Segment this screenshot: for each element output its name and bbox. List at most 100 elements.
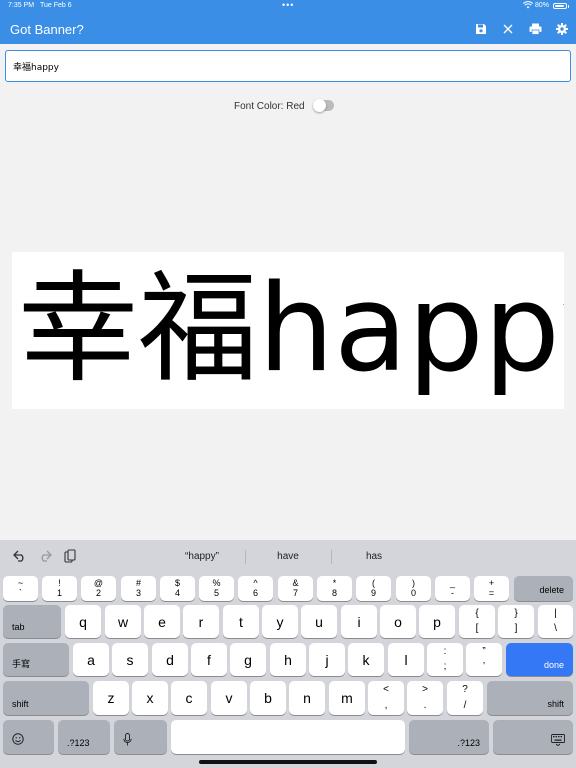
gear-icon: [556, 23, 568, 35]
key-q[interactable]: q: [65, 605, 101, 638]
save-button[interactable]: [474, 22, 488, 36]
key-r[interactable]: r: [183, 605, 219, 638]
status-date: Tue Feb 6: [40, 2, 72, 9]
key-equals[interactable]: + =: [474, 576, 509, 601]
key-semicolon[interactable]: :;: [427, 643, 463, 676]
key-2[interactable]: @2: [81, 576, 116, 601]
keyboard-dismiss-icon: [551, 734, 565, 747]
numbers-left-key[interactable]: .?123: [58, 720, 110, 754]
key-a[interactable]: a: [73, 643, 109, 676]
key-s[interactable]: s: [112, 643, 148, 676]
dictation-key[interactable]: [114, 720, 167, 754]
page-title: Got Banner?: [10, 22, 84, 37]
key-i[interactable]: i: [341, 605, 377, 638]
key-backslash[interactable]: | \: [538, 605, 573, 638]
key-0[interactable]: ) 0: [396, 576, 431, 601]
paste-button[interactable]: [62, 548, 78, 564]
key-4[interactable]: $4: [160, 576, 195, 601]
key-m[interactable]: m: [329, 681, 365, 715]
key-p[interactable]: p: [419, 605, 455, 638]
battery-percent: 80%: [535, 2, 550, 9]
key-c[interactable]: c: [171, 681, 207, 715]
font-color-label: Font Color: Red: [234, 101, 305, 112]
key-9[interactable]: (9: [356, 576, 391, 601]
key-u[interactable]: u: [301, 605, 337, 638]
key-k[interactable]: k: [348, 643, 384, 676]
numbers-right-key[interactable]: .?123: [409, 720, 489, 754]
key-minus[interactable]: _ -: [435, 576, 470, 601]
tab-key[interactable]: tab: [3, 605, 61, 638]
font-color-row: Font Color: Red: [0, 99, 576, 114]
key-y[interactable]: y: [262, 605, 298, 638]
key-j[interactable]: j: [309, 643, 345, 676]
suggestion-1[interactable]: “happy”: [162, 551, 242, 562]
delete-key[interactable]: delete: [514, 576, 573, 601]
suggestion-bar: “happy” have has: [0, 540, 576, 574]
clipboard-icon: [64, 549, 76, 563]
keyboard: “happy” have has ~ ` ! 1 @2 #3 $4 % 5 ^ 6 & 7…: [0, 540, 576, 768]
status-time: 7:35 PM: [8, 2, 35, 9]
suggestion-divider: [245, 550, 246, 564]
suggestion-3[interactable]: has: [334, 551, 414, 562]
key-x[interactable]: x: [132, 681, 168, 715]
key-quote[interactable]: ”’: [466, 643, 502, 676]
font-color-toggle[interactable]: [313, 99, 334, 112]
close-icon: [503, 24, 513, 34]
banner-text: 幸福happy: [18, 260, 564, 399]
key-v[interactable]: v: [211, 681, 247, 715]
shift-left-key[interactable]: shift: [3, 681, 89, 715]
hide-keyboard-key[interactable]: [493, 720, 573, 754]
undo-icon: [13, 550, 24, 562]
key-3[interactable]: #3: [121, 576, 156, 601]
key-t[interactable]: t: [223, 605, 259, 638]
suggestion-divider: [331, 550, 332, 564]
key-b[interactable]: b: [250, 681, 286, 715]
status-bar: 7:35 PM Tue Feb 6 ••• 80%: [0, 0, 576, 12]
home-indicator: [199, 760, 377, 764]
key-1[interactable]: ! 1: [42, 576, 77, 601]
multitasking-dots-icon[interactable]: •••: [282, 0, 294, 10]
key-backtick[interactable]: ~ `: [3, 576, 38, 601]
key-g[interactable]: g: [230, 643, 266, 676]
battery-icon: [553, 3, 569, 9]
key-n[interactable]: n: [289, 681, 325, 715]
key-w[interactable]: w: [105, 605, 141, 638]
key-5[interactable]: % 5: [199, 576, 234, 601]
banner-text-input[interactable]: [5, 50, 571, 82]
emoji-key[interactable]: [3, 720, 54, 754]
key-o[interactable]: o: [380, 605, 416, 638]
key-z[interactable]: z: [93, 681, 129, 715]
emoji-icon: [12, 733, 24, 745]
key-l[interactable]: l: [388, 643, 424, 676]
save-icon: [476, 24, 486, 34]
settings-button[interactable]: [555, 22, 569, 36]
microphone-icon: [123, 733, 132, 746]
done-key[interactable]: done: [506, 643, 573, 676]
key-e[interactable]: e: [144, 605, 180, 638]
app-bar: 7:35 PM Tue Feb 6 ••• 80% Got Banner?: [0, 0, 576, 44]
shift-right-key[interactable]: shift: [487, 681, 573, 715]
key-bracket-right[interactable]: }]: [498, 605, 534, 638]
toggle-knob: [313, 99, 326, 112]
key-d[interactable]: d: [152, 643, 188, 676]
key-6[interactable]: ^ 6: [238, 576, 273, 601]
undo-button[interactable]: [12, 548, 28, 564]
close-button[interactable]: [501, 22, 515, 36]
space-key[interactable]: [171, 720, 405, 754]
key-bracket-left[interactable]: {[: [459, 605, 495, 638]
suggestion-2[interactable]: have: [248, 551, 328, 562]
key-h[interactable]: h: [270, 643, 306, 676]
redo-icon: [41, 550, 52, 562]
print-button[interactable]: [528, 22, 542, 36]
key-f[interactable]: f: [191, 643, 227, 676]
key-period[interactable]: >.: [407, 681, 443, 715]
print-icon: [529, 23, 541, 35]
banner-preview: 幸福happy: [12, 252, 564, 409]
key-comma[interactable]: <,: [368, 681, 404, 715]
key-8[interactable]: * 8: [317, 576, 352, 601]
key-slash[interactable]: ? /: [447, 681, 483, 715]
key-7[interactable]: & 7: [278, 576, 313, 601]
wifi-icon: [522, 1, 534, 11]
handwriting-key[interactable]: 手寫: [3, 643, 69, 676]
redo-button[interactable]: [37, 548, 53, 564]
